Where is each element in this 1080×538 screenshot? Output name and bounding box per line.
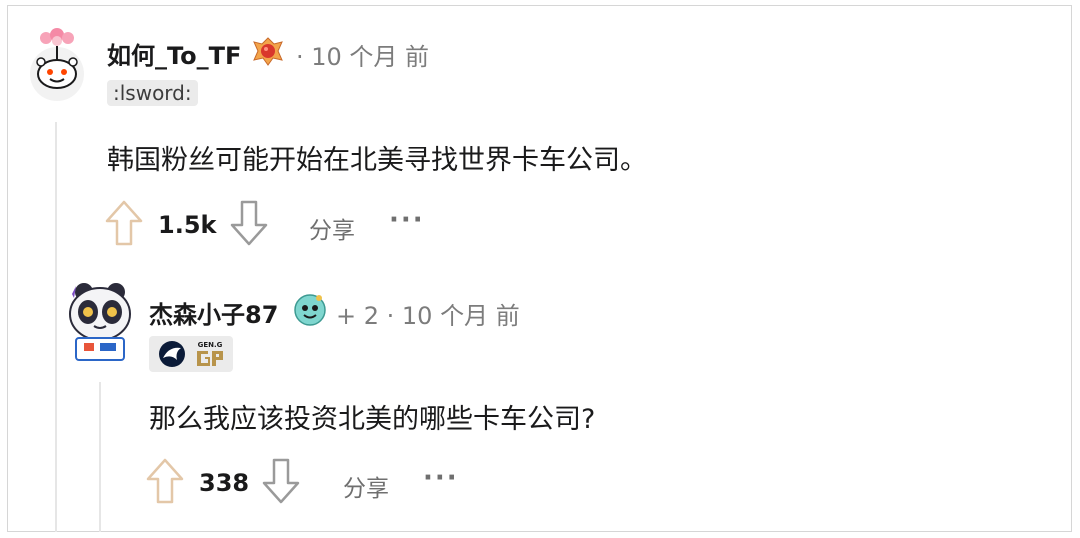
comment-body: 韩国粉丝可能开始在北美寻找世界卡车公司。 <box>107 145 647 176</box>
user-flair: :lsword: <box>107 80 198 106</box>
more-options-icon[interactable]: ··· <box>389 205 425 235</box>
comment-author[interactable]: 杰森小子87 <box>149 295 278 330</box>
award-icon <box>251 34 285 72</box>
comment-author[interactable]: 如何_To_TF <box>107 36 241 71</box>
share-button[interactable]: 分享 <box>309 211 355 245</box>
team-liquid-icon <box>157 340 187 372</box>
upvote-icon[interactable] <box>104 199 144 251</box>
more-options-icon[interactable]: ··· <box>423 463 459 493</box>
gen-g-label: GEN.G <box>198 341 223 349</box>
snoo-avatar-icon[interactable] <box>26 26 88 102</box>
thread-line[interactable] <box>99 382 101 532</box>
vote-count: 338 <box>199 469 250 497</box>
upvote-icon[interactable] <box>145 457 185 509</box>
downvote-icon[interactable] <box>229 199 269 251</box>
user-flair: GEN.G <box>149 336 233 372</box>
panda-avatar-icon[interactable] <box>66 280 134 362</box>
share-button[interactable]: 分享 <box>343 469 389 503</box>
vote-count: 1.5k <box>158 211 217 239</box>
award-icon <box>292 292 328 332</box>
downvote-icon[interactable] <box>261 457 301 509</box>
comment-timestamp: · 10 个月 前 <box>296 43 430 71</box>
comment-timestamp: + 2 · 10 个月 前 <box>336 302 520 330</box>
gen-g-icon: GEN.G <box>193 339 227 373</box>
thread-line[interactable] <box>55 122 57 532</box>
comment-body: 那么我应该投资北美的哪些卡车公司? <box>149 404 596 435</box>
